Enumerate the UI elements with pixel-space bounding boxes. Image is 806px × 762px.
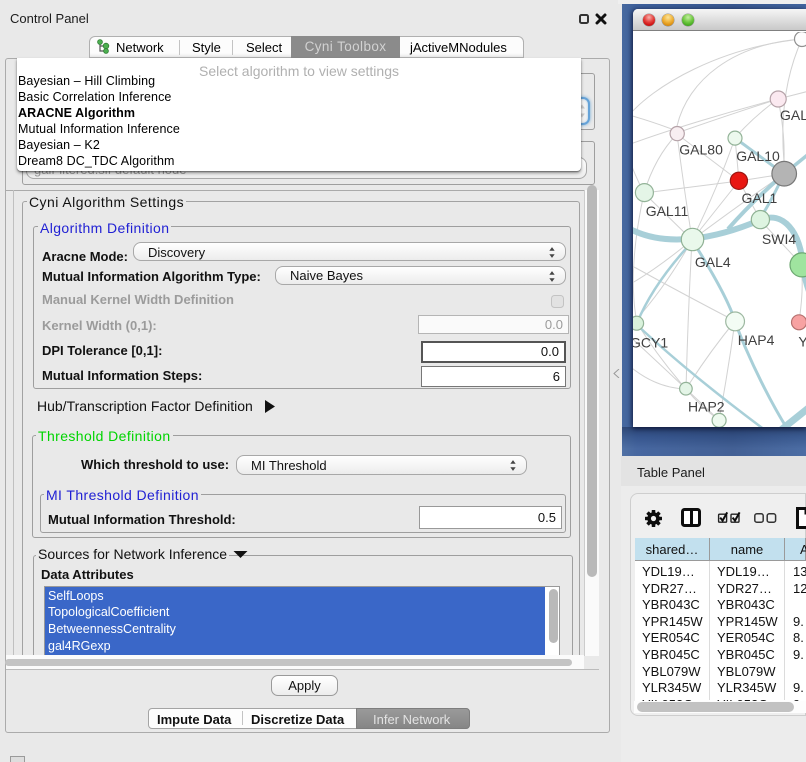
svg-text:GAL10: GAL10	[736, 148, 780, 164]
svg-text:GAL80: GAL80	[679, 142, 723, 158]
svg-text:GAL1: GAL1	[742, 190, 778, 206]
svg-text:SWI4: SWI4	[762, 231, 796, 247]
svg-text:GAL4: GAL4	[695, 254, 731, 270]
svg-text:GAL11: GAL11	[646, 203, 689, 219]
svg-text:Y: Y	[798, 334, 806, 350]
svg-text:HAP2: HAP2	[688, 399, 725, 415]
svg-text:GAL7: GAL7	[780, 107, 806, 123]
svg-text:HAP4: HAP4	[738, 332, 775, 348]
svg-text:GCY1: GCY1	[633, 335, 668, 351]
